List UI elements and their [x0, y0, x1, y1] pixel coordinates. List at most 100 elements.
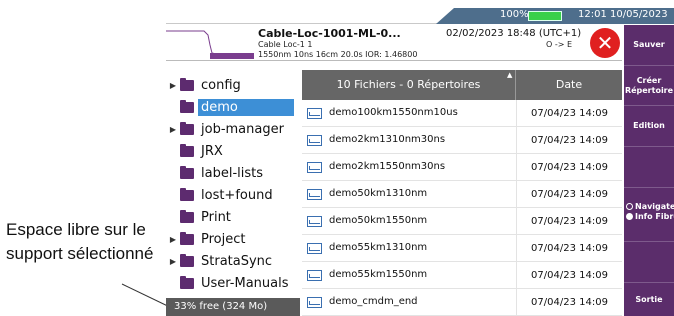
expand-arrow-icon[interactable]: ▶	[166, 81, 180, 90]
fiber-info-radio-label: Info Fibre	[635, 211, 674, 221]
trace-file-icon	[307, 189, 322, 200]
file-name: demo2km1310nm30ns	[329, 134, 446, 145]
tree-item-label-lists[interactable]: label-lists	[166, 162, 300, 184]
status-bar: DC 100% 12:01 10/05/2023	[166, 8, 674, 24]
file-date: 07/04/23 14:09	[516, 127, 622, 154]
exit-button[interactable]: Sortie	[624, 283, 674, 316]
navigate-radio[interactable]: Navigateur	[626, 201, 674, 211]
trace-title: Cable-Loc-1001-ML-0...	[258, 27, 401, 40]
tree-item-label: Project	[201, 231, 246, 247]
table-row[interactable]: demo50km1310nm 07/04/23 14:09	[302, 181, 622, 208]
table-header: 10 Fichiers - 0 Répertoires ▲ Date	[302, 70, 622, 100]
trace-header: Cable-Loc-1001-ML-0... Cable Loc-1 1 155…	[166, 25, 622, 61]
tree-item-label: Print	[201, 209, 231, 225]
folder-icon	[180, 253, 194, 267]
tree-item-user-manuals[interactable]: User-Manuals	[166, 272, 300, 294]
tree-item-label: job-manager	[201, 121, 284, 137]
trace-direction: O -> E	[546, 40, 573, 49]
fiber-info-radio[interactable]: Info Fibre	[626, 211, 674, 221]
trace-file-icon	[307, 162, 322, 173]
softkey-column: Sauver Créer Répertoire Edition Navigate…	[624, 25, 674, 316]
folder-tree: ▶ config demo ▶ job-manager JRX label-list…	[166, 62, 300, 298]
save-button[interactable]: Sauver	[624, 25, 674, 66]
trace-thumbnail[interactable]	[166, 27, 254, 59]
view-mode-radio-group[interactable]: Navigateur Info Fibre	[624, 188, 674, 242]
folder-icon	[180, 143, 194, 157]
tree-item-label: label-lists	[201, 165, 263, 181]
empty-softkey	[624, 147, 674, 188]
tree-item-config[interactable]: ▶ config	[166, 74, 300, 96]
file-date: 07/04/23 14:09	[516, 181, 622, 208]
file-name: demo55km1310nm	[329, 242, 428, 253]
status-datetime: 12:01 10/05/2023	[578, 9, 668, 20]
file-date: 07/04/23 14:09	[516, 100, 622, 127]
column-header-date[interactable]: Date	[516, 70, 622, 100]
table-row[interactable]: demo_cmdm_end 07/04/23 14:09	[302, 289, 622, 316]
trace-params: 1550nm 10ns 16cm 20.0s IOR: 1.46800	[258, 50, 418, 59]
folder-icon	[180, 275, 194, 289]
radio-selected-icon	[626, 212, 633, 220]
trace-file-icon	[307, 243, 322, 254]
tree-item-job-manager[interactable]: ▶ job-manager	[166, 118, 300, 140]
file-name: demo_cmdm_end	[329, 296, 418, 307]
trace-file-icon	[307, 270, 322, 281]
file-table: 10 Fichiers - 0 Répertoires ▲ Date demo1…	[302, 70, 622, 316]
tree-item-label: demo	[198, 98, 294, 116]
folder-icon	[180, 99, 194, 113]
table-row[interactable]: demo2km1310nm30ns 07/04/23 14:09	[302, 127, 622, 154]
battery-fill	[529, 12, 561, 20]
free-space-callout: Espace libre sur le support sélectionné	[6, 220, 154, 263]
trace-file-icon	[307, 135, 322, 146]
folder-icon	[180, 121, 194, 135]
file-name: demo2km1550nm30ns	[329, 161, 446, 172]
trace-file-icon	[307, 216, 322, 227]
folder-icon	[180, 231, 194, 245]
sort-ascending-icon: ▲	[507, 71, 513, 79]
tree-item-jrx[interactable]: JRX	[166, 140, 300, 162]
close-icon[interactable]: ✕	[590, 28, 620, 58]
expand-arrow-icon[interactable]: ▶	[166, 125, 180, 134]
tree-item-label: config	[201, 77, 241, 93]
trace-datetime: 02/02/2023 18:48 (UTC+1)	[446, 28, 582, 39]
battery-icon	[528, 11, 562, 21]
table-row[interactable]: demo50km1550nm 07/04/23 14:09	[302, 208, 622, 235]
expand-arrow-icon[interactable]: ▶	[166, 257, 180, 266]
create-directory-button[interactable]: Créer Répertoire	[624, 66, 674, 106]
column-header-name[interactable]: 10 Fichiers - 0 Répertoires	[302, 70, 516, 100]
table-row[interactable]: demo55km1310nm 07/04/23 14:09	[302, 235, 622, 262]
tree-item-label: JRX	[201, 143, 223, 159]
empty-softkey	[624, 242, 674, 283]
tree-item-project[interactable]: ▶ Project	[166, 228, 300, 250]
table-row[interactable]: demo2km1550nm30ns 07/04/23 14:09	[302, 154, 622, 181]
expand-arrow-icon[interactable]: ▶	[166, 235, 180, 244]
file-date: 07/04/23 14:09	[516, 289, 622, 316]
file-date: 07/04/23 14:09	[516, 208, 622, 235]
folder-icon	[180, 209, 194, 223]
tree-item-stratasync[interactable]: ▶ StrataSync	[166, 250, 300, 272]
file-name: demo50km1310nm	[329, 188, 428, 199]
table-row[interactable]: demo55km1550nm 07/04/23 14:09	[302, 262, 622, 289]
tree-item-label: User-Manuals	[201, 275, 289, 291]
tree-item-print[interactable]: Print	[166, 206, 300, 228]
folder-icon	[180, 77, 194, 91]
tree-item-demo[interactable]: demo	[166, 96, 300, 118]
folder-icon	[180, 187, 194, 201]
device-screen: DC 100% 12:01 10/05/2023 Cable-Loc-1001-…	[166, 8, 674, 316]
trace-subtitle: Cable Loc-1 1	[258, 40, 313, 49]
file-name: demo55km1550nm	[329, 269, 428, 280]
tree-item-label: lost+found	[201, 187, 273, 203]
file-date: 07/04/23 14:09	[516, 235, 622, 262]
folder-icon	[180, 165, 194, 179]
file-date: 07/04/23 14:09	[516, 262, 622, 289]
trace-file-icon	[307, 108, 322, 119]
trace-file-icon	[307, 297, 322, 308]
file-name: demo50km1550nm	[329, 215, 428, 226]
tree-item-lost-found[interactable]: lost+found	[166, 184, 300, 206]
table-row[interactable]: demo100km1550nm10us 07/04/23 14:09	[302, 100, 622, 127]
file-date: 07/04/23 14:09	[516, 154, 622, 181]
radio-unselected-icon	[626, 202, 633, 210]
edit-button[interactable]: Edition	[624, 106, 674, 147]
free-space-indicator: 33% free (324 Mo)	[166, 298, 300, 316]
battery-percent: 100%	[500, 9, 529, 20]
navigate-radio-label: Navigateur	[635, 201, 674, 211]
